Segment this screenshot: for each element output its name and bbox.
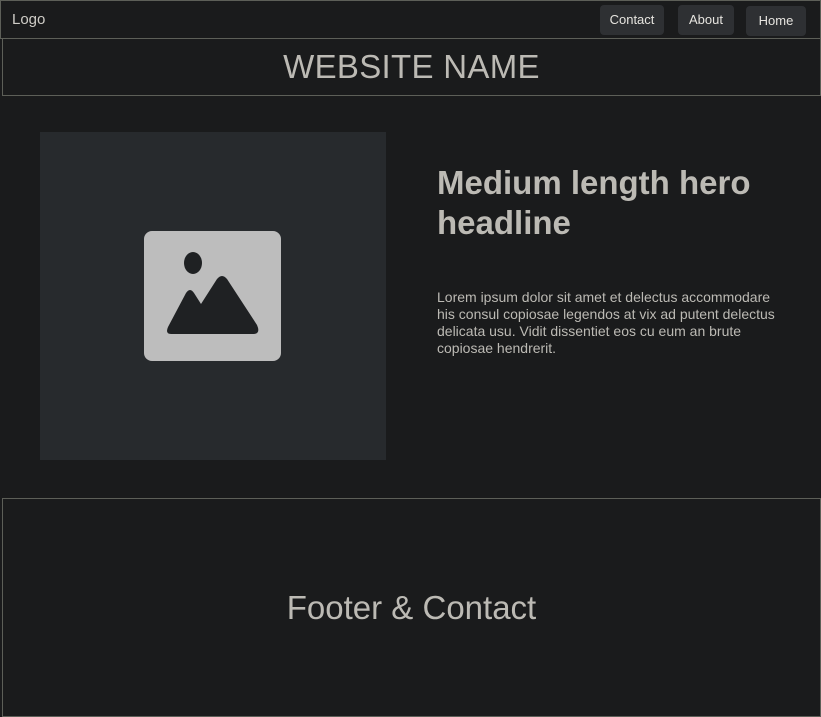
hero-image-placeholder <box>40 132 386 460</box>
hero-headline: Medium length hero headline <box>437 164 751 241</box>
site-header: WEBSITE NAME <box>2 38 821 96</box>
logo[interactable]: Logo <box>12 11 45 28</box>
footer: Footer & Contact <box>2 498 821 717</box>
contact-button[interactable]: Contact <box>600 5 664 35</box>
footer-title: Footer & Contact <box>286 588 537 626</box>
image-placeholder-icon <box>144 231 281 361</box>
top-nav-bar: Logo Contact About Home <box>0 0 821 39</box>
home-button[interactable]: Home <box>746 6 806 36</box>
site-name: WEBSITE NAME <box>283 47 540 85</box>
about-button[interactable]: About <box>678 5 734 35</box>
hero-body-text: Lorem ipsum dolor sit amet et delectus a… <box>437 289 775 356</box>
